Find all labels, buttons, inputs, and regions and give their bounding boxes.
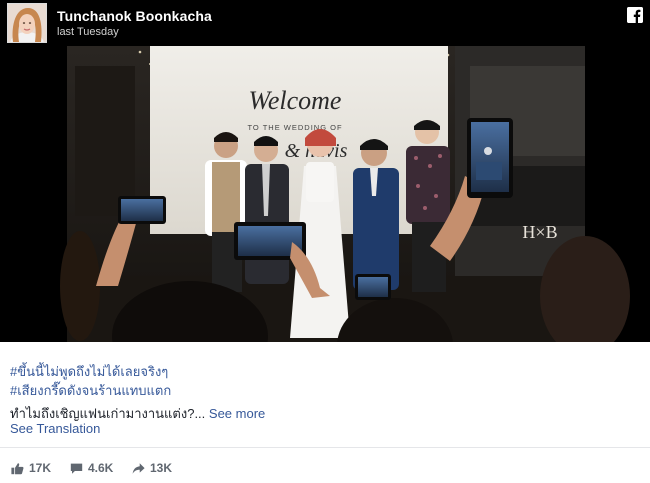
likes-count-button[interactable]: 17K xyxy=(11,460,51,476)
post-timestamp[interactable]: last Tuesday xyxy=(57,26,119,38)
facebook-post: Tunchanok Boonkacha last Tuesday Welcome… xyxy=(0,0,650,483)
likes-count: 17K xyxy=(29,461,52,475)
post-header: Tunchanok Boonkacha last Tuesday xyxy=(0,0,650,46)
comments-count: 4.6K xyxy=(88,461,114,475)
shares-count: 13K xyxy=(150,461,173,475)
see-more-link[interactable]: See more xyxy=(209,406,265,421)
shares-count-button[interactable]: 13K xyxy=(132,460,172,476)
post-photo[interactable]: Welcome TO THE WEDDING OF & havis xyxy=(0,46,650,342)
banner-subtitle: TO THE WEDDING OF xyxy=(247,123,342,132)
facebook-icon[interactable] xyxy=(627,7,643,23)
corner-logo: H×B xyxy=(522,222,557,242)
author-name[interactable]: Tunchanok Boonkacha xyxy=(57,8,212,24)
hashtag-link[interactable]: #เสียงกรี๊ดดังจนร้านแทบแตก xyxy=(10,380,171,401)
banner-title: Welcome xyxy=(249,86,342,115)
engagement-bar: 17K 4.6K 13K xyxy=(0,447,650,483)
comment-icon xyxy=(70,462,83,475)
hashtag-link[interactable]: #ขึ้นนี้ไม่พูดถึงไม่ได้เลยจริงๆ xyxy=(10,361,168,382)
share-icon xyxy=(132,462,145,475)
caption-ellipsis: ... xyxy=(194,406,206,421)
author-avatar[interactable] xyxy=(7,3,47,43)
see-translation-link[interactable]: See Translation xyxy=(10,421,100,436)
comments-count-button[interactable]: 4.6K xyxy=(70,460,113,476)
like-icon xyxy=(11,462,24,475)
caption-text: ทำไมถึงเชิญแฟนเก่ามางานแต่ง? xyxy=(10,406,195,421)
